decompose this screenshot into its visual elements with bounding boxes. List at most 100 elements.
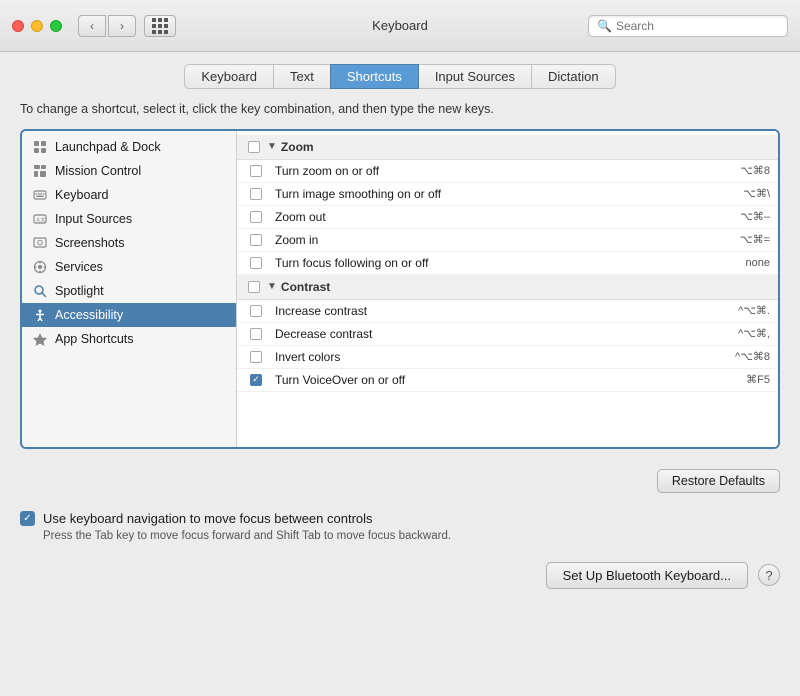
mission-control-icon — [32, 163, 48, 179]
group-contrast-header[interactable]: ▼ Contrast — [237, 275, 778, 300]
invert-checkbox[interactable] — [250, 351, 262, 363]
contrast-group-check[interactable] — [245, 281, 263, 293]
shortcut-row-decrease-contrast[interactable]: Decrease contrast ^⌥⌘, — [237, 323, 778, 346]
zoom-group-label: Zoom — [281, 140, 314, 154]
zoom-toggle-icon[interactable]: ▼ — [267, 141, 277, 152]
search-input[interactable] — [616, 19, 779, 33]
tab-dictation[interactable]: Dictation — [531, 64, 616, 89]
zoom-in-label: Zoom in — [267, 233, 690, 247]
tabs-bar: Keyboard Text Shortcuts Input Sources Di… — [0, 52, 800, 89]
services-icon — [32, 259, 48, 275]
window-title: Keyboard — [372, 18, 428, 33]
grid-button[interactable] — [144, 15, 176, 37]
sidebar-item-mission-control[interactable]: Mission Control — [22, 159, 236, 183]
shortcut-row-zoom-on-off[interactable]: Turn zoom on or off ⌥⌘8 — [237, 160, 778, 183]
zoom-in-checkbox[interactable] — [250, 234, 262, 246]
zoom-in-check-cell[interactable] — [245, 234, 267, 246]
zoom-out-keys: ⌥⌘– — [690, 210, 770, 223]
decrease-contrast-checkbox[interactable] — [250, 328, 262, 340]
voiceover-label: Turn VoiceOver on or off — [267, 373, 690, 387]
shortcut-row-increase-contrast[interactable]: Increase contrast ^⌥⌘. — [237, 300, 778, 323]
zoom-out-check-cell[interactable] — [245, 211, 267, 223]
sidebar-label-spotlight: Spotlight — [55, 284, 104, 298]
invert-label: Invert colors — [267, 350, 690, 364]
titlebar: ‹ › Keyboard 🔍 — [0, 0, 800, 52]
group-zoom-header[interactable]: ▼ Zoom — [237, 135, 778, 160]
sidebar-label-launchpad: Launchpad & Dock — [55, 140, 161, 154]
increase-contrast-check-cell[interactable] — [245, 305, 267, 317]
maximize-button[interactable] — [50, 20, 62, 32]
contrast-group-label: Contrast — [281, 280, 330, 294]
sidebar-item-input-sources[interactable]: A文 Input Sources — [22, 207, 236, 231]
increase-contrast-keys: ^⌥⌘. — [690, 304, 770, 317]
sidebar-label-accessibility: Accessibility — [55, 308, 123, 322]
contrast-toggle-icon[interactable]: ▼ — [267, 281, 277, 292]
minimize-button[interactable] — [31, 20, 43, 32]
shortcut-row-voiceover[interactable]: ✓ Turn VoiceOver on or off ⌘F5 — [237, 369, 778, 392]
shortcut-row-zoom-out[interactable]: Zoom out ⌥⌘– — [237, 206, 778, 229]
zoom-on-off-check-cell[interactable] — [245, 165, 267, 177]
smoothing-checkbox[interactable] — [250, 188, 262, 200]
tab-text[interactable]: Text — [273, 64, 331, 89]
bluetooth-keyboard-button[interactable]: Set Up Bluetooth Keyboard... — [546, 562, 748, 589]
shortcut-row-focus-following[interactable]: Turn focus following on or off none — [237, 252, 778, 275]
zoom-checkbox[interactable] — [248, 141, 260, 153]
help-button[interactable]: ? — [758, 564, 780, 586]
back-button[interactable]: ‹ — [78, 15, 106, 37]
sidebar-label-keyboard: Keyboard — [55, 188, 109, 202]
contrast-checkbox[interactable] — [248, 281, 260, 293]
sidebar-item-services[interactable]: Services — [22, 255, 236, 279]
close-button[interactable] — [12, 20, 24, 32]
focus-check-cell[interactable] — [245, 257, 267, 269]
instruction-text: To change a shortcut, select it, click t… — [20, 101, 780, 119]
smoothing-check-cell[interactable] — [245, 188, 267, 200]
bottom-section: ✓ Use keyboard navigation to move focus … — [0, 497, 800, 597]
search-icon: 🔍 — [597, 19, 612, 33]
sidebar-item-spotlight[interactable]: Spotlight — [22, 279, 236, 303]
zoom-out-checkbox[interactable] — [250, 211, 262, 223]
decrease-contrast-check-cell[interactable] — [245, 328, 267, 340]
sidebar-item-keyboard[interactable]: Keyboard — [22, 183, 236, 207]
tab-shortcuts[interactable]: Shortcuts — [330, 64, 419, 89]
smoothing-label: Turn image smoothing on or off — [267, 187, 690, 201]
shortcut-row-invert-colors[interactable]: Invert colors ^⌥⌘8 — [237, 346, 778, 369]
bottom-buttons-row: Set Up Bluetooth Keyboard... ? — [20, 554, 780, 597]
screenshots-icon — [32, 235, 48, 251]
zoom-group-check[interactable] — [245, 141, 263, 153]
launchpad-icon — [32, 139, 48, 155]
panel: Launchpad & Dock Mission Control Keyboar… — [20, 129, 780, 449]
sidebar-item-screenshots[interactable]: Screenshots — [22, 231, 236, 255]
forward-button[interactable]: › — [108, 15, 136, 37]
voiceover-keys: ⌘F5 — [690, 373, 770, 386]
decrease-contrast-label: Decrease contrast — [267, 327, 690, 341]
keyboard-nav-checkbox[interactable]: ✓ — [20, 511, 35, 526]
focus-checkbox[interactable] — [250, 257, 262, 269]
sidebar-item-accessibility[interactable]: Accessibility — [22, 303, 236, 327]
increase-contrast-checkbox[interactable] — [250, 305, 262, 317]
invert-check-cell[interactable] — [245, 351, 267, 363]
sidebar-item-launchpad[interactable]: Launchpad & Dock — [22, 135, 236, 159]
sidebar-label-services: Services — [55, 260, 103, 274]
shortcut-row-zoom-in[interactable]: Zoom in ⌥⌘= — [237, 229, 778, 252]
main-content: To change a shortcut, select it, click t… — [0, 89, 800, 461]
tab-input-sources[interactable]: Input Sources — [418, 64, 532, 89]
search-box[interactable]: 🔍 — [588, 15, 788, 37]
voiceover-check-cell[interactable]: ✓ — [245, 374, 267, 386]
shortcuts-list: ▼ Zoom Turn zoom on or off ⌥⌘8 Turn imag… — [237, 131, 778, 396]
smoothing-keys: ⌥⌘\ — [690, 187, 770, 200]
tab-keyboard[interactable]: Keyboard — [184, 64, 274, 89]
sidebar-label-input-sources: Input Sources — [55, 212, 132, 226]
spotlight-icon — [32, 283, 48, 299]
nav-buttons: ‹ › — [78, 15, 136, 37]
decrease-contrast-keys: ^⌥⌘, — [690, 327, 770, 340]
zoom-on-off-checkbox[interactable] — [250, 165, 262, 177]
focus-keys: none — [690, 257, 770, 269]
keyboard-nav-label: Use keyboard navigation to move focus be… — [43, 511, 373, 526]
sidebar-item-app-shortcuts[interactable]: App Shortcuts — [22, 327, 236, 351]
restore-defaults-button[interactable]: Restore Defaults — [657, 469, 780, 493]
sidebar-label-mission-control: Mission Control — [55, 164, 141, 178]
voiceover-checkbox[interactable]: ✓ — [250, 374, 262, 386]
keyboard-nav-row: ✓ Use keyboard navigation to move focus … — [20, 511, 780, 526]
shortcut-row-smoothing[interactable]: Turn image smoothing on or off ⌥⌘\ — [237, 183, 778, 206]
invert-keys: ^⌥⌘8 — [690, 350, 770, 363]
